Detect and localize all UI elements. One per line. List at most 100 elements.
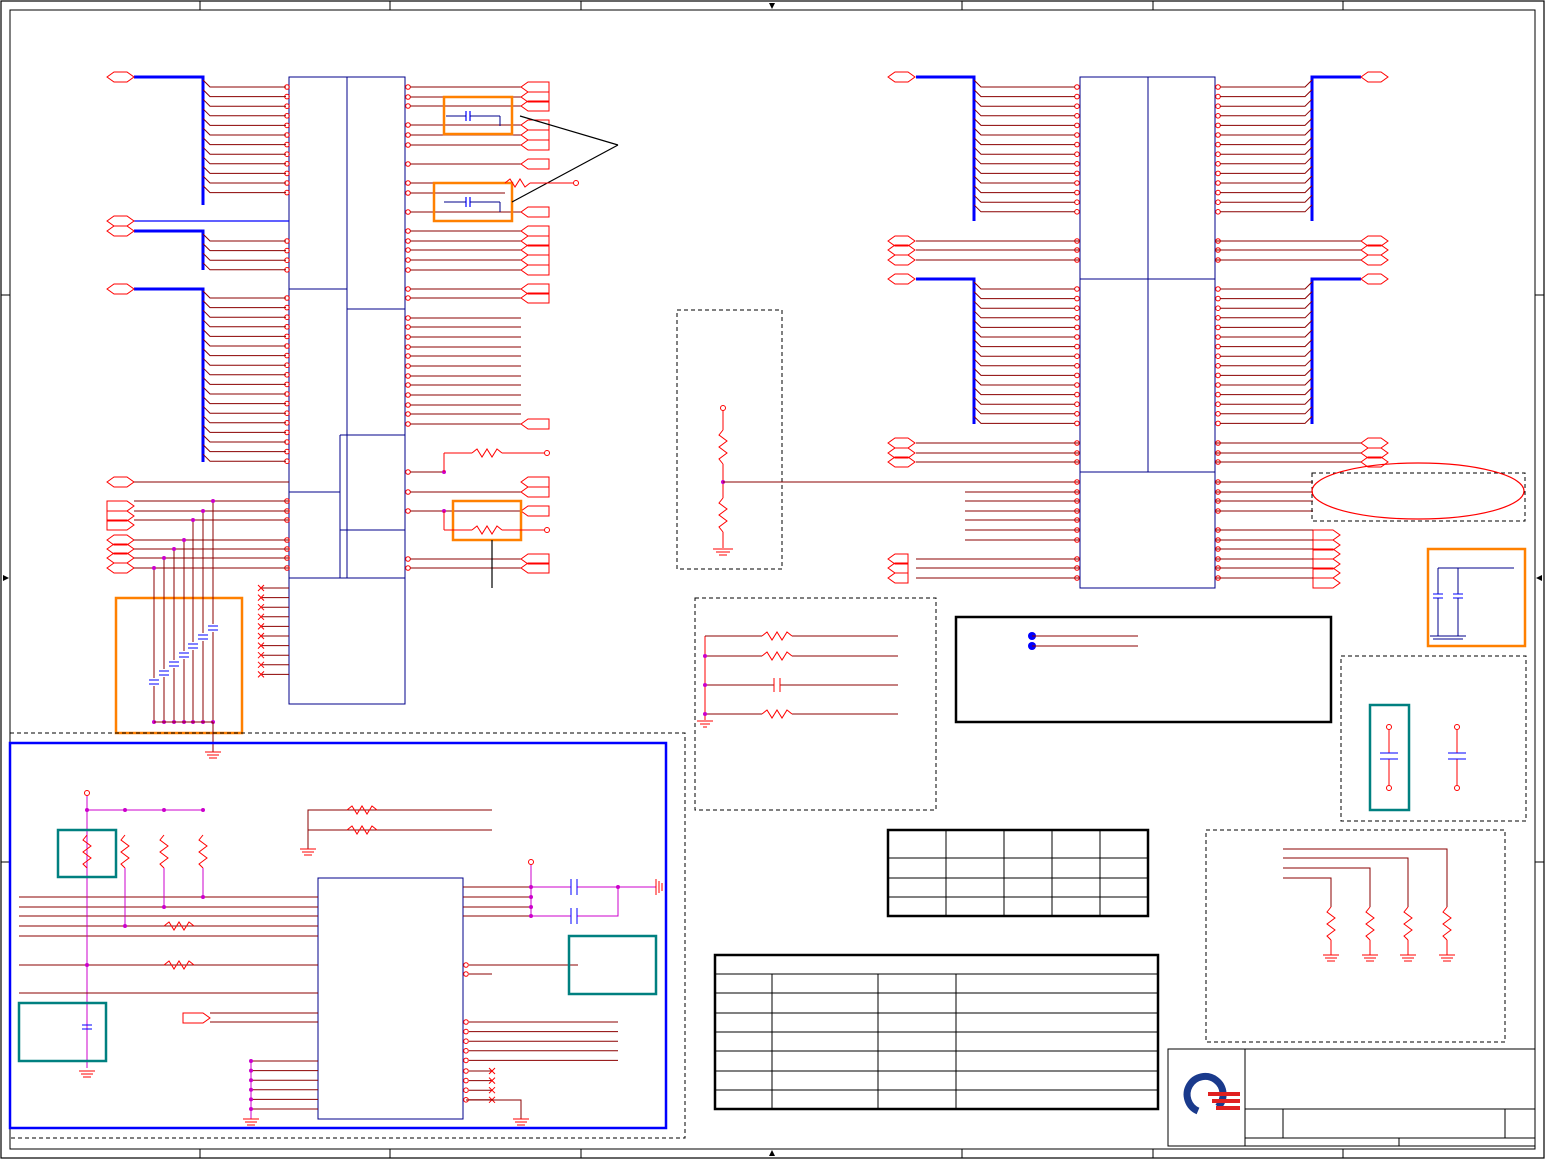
ic-pin — [1074, 363, 1080, 369]
ic-pin — [1074, 286, 1080, 292]
ic-pin — [1215, 180, 1221, 186]
bus-entry-wire — [202, 156, 286, 165]
resistor-icon — [1442, 906, 1452, 941]
ic-pin — [405, 556, 411, 562]
ic-pin — [1074, 180, 1080, 186]
bus-entry-wire — [973, 156, 1075, 165]
bus-entry-wire — [202, 386, 286, 395]
sub-circuit-highlights — [17, 828, 658, 1063]
ic-pin — [405, 142, 411, 148]
net-label-icon — [520, 81, 550, 93]
ic-pin — [405, 489, 411, 495]
net-label-icon — [520, 505, 550, 517]
bus-entry-wire — [973, 146, 1075, 155]
junction — [85, 808, 89, 812]
bus-entry-wire — [202, 357, 286, 366]
bus-entry-wire — [973, 396, 1075, 405]
junction — [529, 905, 533, 909]
ic-pin — [405, 84, 411, 90]
ground-icon — [713, 548, 733, 556]
bus-entry-wire — [1220, 137, 1313, 146]
ic-pin — [1215, 305, 1221, 312]
ic-pin — [1074, 334, 1080, 340]
bus-entry-wire — [973, 204, 1075, 213]
junction — [201, 509, 205, 513]
bus-entry-wire — [1220, 127, 1313, 136]
bus-entry-wire — [1220, 79, 1313, 88]
bus-entry-wire — [1220, 281, 1313, 290]
signal-wire — [466, 1099, 522, 1119]
left-net-labels — [106, 71, 135, 574]
bus-entry-wire — [202, 396, 286, 405]
bus-entry-wire — [1220, 194, 1313, 203]
ic-pin — [1074, 343, 1080, 350]
bus-entry-wire — [202, 262, 286, 271]
ic-pin — [1215, 103, 1221, 109]
ic-pin — [1215, 372, 1221, 379]
bus-entry-wire — [973, 166, 1075, 174]
ic-pin — [1074, 84, 1080, 90]
ic-pin — [405, 392, 411, 398]
bus-entry-wire — [202, 79, 286, 88]
bus-entry-wire — [1220, 118, 1313, 126]
bus-entry-wire — [202, 338, 286, 347]
bus-entry-wire — [1220, 416, 1313, 424]
ic-pin — [405, 209, 411, 215]
bus-entry-wire — [202, 146, 286, 155]
bus-entry-wire — [973, 300, 1075, 309]
cap-net — [577, 887, 619, 917]
ic-pin — [405, 238, 411, 244]
bus-entry-wire — [973, 406, 1075, 415]
junction — [191, 518, 195, 522]
junction — [85, 963, 89, 967]
bus-entry-wire — [973, 368, 1075, 376]
ic-pin — [405, 122, 411, 128]
power-pin-icon — [528, 859, 534, 865]
bus-entry-wire — [973, 339, 1075, 348]
highlight-boxes — [114, 95, 1527, 735]
left-ic-pins-right — [405, 84, 411, 571]
junction — [249, 1068, 253, 1073]
ic-pin — [405, 94, 411, 100]
ic-pin — [1074, 305, 1080, 312]
bus-entry-wire — [973, 329, 1075, 338]
ic-pin — [1215, 391, 1221, 398]
junction — [162, 808, 166, 812]
bus-entry-wire — [202, 233, 286, 242]
ic-pin — [1074, 132, 1080, 138]
bus-entry-wire — [202, 185, 286, 194]
ic-pin — [1215, 353, 1221, 360]
ic-pin — [1074, 382, 1080, 388]
ic-pin — [463, 1057, 469, 1064]
schematic-canvas — [0, 0, 1545, 1159]
config-table-1 — [886, 828, 1150, 918]
bus-entry-wire — [202, 377, 286, 385]
bus-entry-wire — [1220, 175, 1313, 184]
ic-pin — [405, 565, 411, 571]
bus-entry-wire — [973, 185, 1075, 194]
ic-pin — [1215, 113, 1221, 119]
bus-entry-wire — [973, 291, 1075, 300]
ic-pin — [1215, 209, 1221, 215]
bus-entry-wire — [1220, 396, 1313, 405]
config-table-2 — [713, 953, 1160, 1111]
junction — [249, 1078, 253, 1083]
ic-pin — [405, 267, 411, 273]
bus-entry-wire — [1220, 329, 1313, 338]
optional-cap-block — [1340, 655, 1527, 822]
junction — [201, 895, 205, 899]
bus-entry-wire — [202, 425, 286, 433]
junction — [211, 499, 215, 503]
ic-pin — [405, 373, 411, 379]
bus-entry-wire — [1220, 108, 1313, 117]
ic-pin — [1074, 103, 1080, 109]
bus-entry-wire — [973, 118, 1075, 126]
ic-pin — [405, 257, 411, 263]
net-label-icon — [520, 139, 550, 151]
bus-entry-wire — [202, 444, 286, 453]
bypass-capacitor-array — [149, 499, 221, 759]
bus-entry-wire — [1220, 368, 1313, 376]
bus-entry-wire — [1220, 166, 1313, 174]
junction — [123, 808, 127, 812]
junction — [162, 905, 166, 909]
